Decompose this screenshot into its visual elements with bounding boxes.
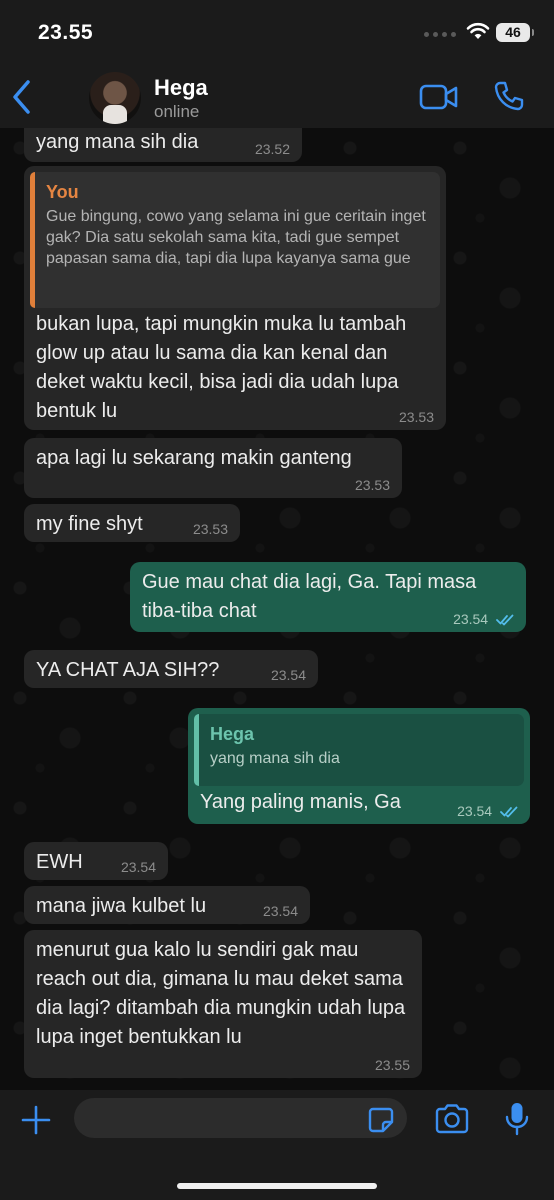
message-time-status: 23.54 (457, 804, 518, 818)
message-time: 23.54 (453, 611, 489, 627)
message-text: apa lagi lu sekarang makin ganteng (36, 447, 352, 469)
message-text: yang mana sih dia (36, 131, 199, 153)
message-time: 23.52 (254, 141, 290, 157)
avatar[interactable] (89, 72, 141, 124)
message-time: 23.54 (120, 859, 156, 875)
double-check-icon (500, 806, 518, 818)
message-bubble-incoming[interactable]: apa lagi lu sekarang makin ganteng 23.53 (24, 438, 402, 498)
message-bubble-incoming[interactable]: my fine shyt 23.53 (24, 504, 240, 542)
message-composer (0, 1090, 554, 1200)
cellular-signal-icon (424, 32, 456, 37)
camera-icon[interactable] (434, 1104, 470, 1134)
contact-name[interactable]: Hega (154, 75, 208, 101)
message-bubble-incoming[interactable]: mana jiwa kulbet lu 23.54 (24, 886, 310, 924)
message-text: mana jiwa kulbet lu (36, 895, 207, 917)
message-text: menurut gua kalo lu sendiri gak mau reac… (36, 939, 406, 1048)
home-indicator (177, 1183, 377, 1189)
message-text: EWH (36, 851, 83, 873)
message-input[interactable] (74, 1098, 407, 1138)
quote-text: yang mana sih dia (210, 750, 340, 767)
message-bubble-outgoing[interactable]: Hega yang mana sih dia Yang paling manis… (188, 708, 530, 824)
message-time: 23.55 (374, 1057, 410, 1073)
message-time: 23.53 (354, 477, 390, 493)
quote-author: Hega (210, 724, 255, 744)
battery-indicator: 46 (496, 23, 534, 42)
quote-text: Gue bingung, cowo yang selama ini gue ce… (46, 208, 426, 267)
message-text: Yang paling manis, Ga (200, 791, 401, 813)
chat-header: Hega online (0, 62, 554, 128)
sticker-icon[interactable] (368, 1107, 394, 1133)
message-time: 23.54 (270, 667, 306, 683)
message-time: 23.54 (457, 803, 493, 819)
back-chevron-icon[interactable] (10, 78, 34, 116)
message-bubble-incoming[interactable]: yang mana sih dia 23.52 (24, 128, 302, 162)
quoted-message[interactable]: Hega yang mana sih dia (194, 714, 524, 786)
message-text: my fine shyt (36, 513, 143, 535)
message-time: 23.53 (192, 521, 228, 537)
message-bubble-incoming[interactable]: menurut gua kalo lu sendiri gak mau reac… (24, 930, 422, 1078)
status-time: 23.55 (38, 21, 94, 44)
wifi-icon (466, 22, 490, 39)
message-text: bukan lupa, tapi mungkin muka lu tambah … (36, 313, 407, 422)
message-text: YA CHAT AJA SIH?? (36, 659, 220, 681)
message-bubble-outgoing[interactable]: Gue mau chat dia lagi, Ga. Tapi masa tib… (130, 562, 526, 632)
message-time-status: 23.54 (453, 612, 514, 626)
plus-icon[interactable] (20, 1104, 52, 1136)
phone-icon[interactable] (493, 80, 525, 112)
message-time: 23.53 (398, 409, 434, 425)
microphone-icon[interactable] (504, 1101, 530, 1137)
message-bubble-incoming[interactable]: YA CHAT AJA SIH?? 23.54 (24, 650, 318, 688)
contact-status: online (154, 102, 200, 121)
status-bar: 23.55 46 (0, 0, 554, 62)
double-check-icon (496, 614, 514, 626)
message-bubble-incoming[interactable]: You Gue bingung, cowo yang selama ini gu… (24, 166, 446, 430)
message-bubble-incoming[interactable]: EWH 23.54 (24, 842, 168, 880)
message-time: 23.54 (262, 903, 298, 919)
video-call-icon[interactable] (419, 84, 459, 110)
quoted-message[interactable]: You Gue bingung, cowo yang selama ini gu… (30, 172, 440, 308)
quote-author: You (46, 182, 79, 202)
